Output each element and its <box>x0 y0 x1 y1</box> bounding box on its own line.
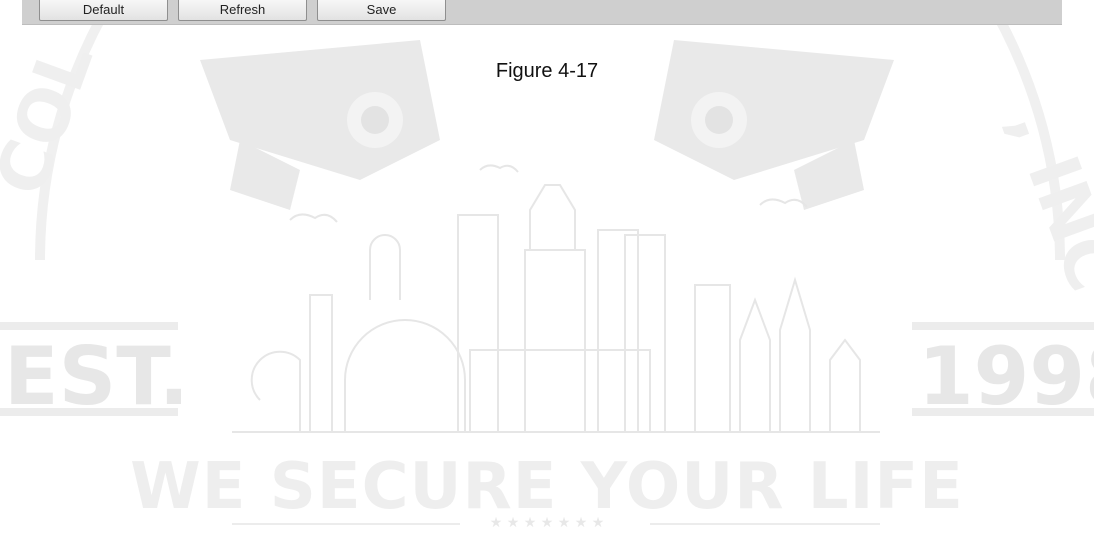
watermark-tagline: WE SECURE YOUR LIFE <box>130 450 964 524</box>
watermark-stars: ★ ★ ★ ★ ★ ★ ★ <box>489 515 605 531</box>
svg-text:, INC: , INC <box>994 98 1094 302</box>
watermark-est: EST. <box>4 330 190 423</box>
refresh-button[interactable]: Refresh <box>178 0 307 21</box>
save-button[interactable]: Save <box>317 0 446 21</box>
default-button[interactable]: Default <box>39 0 168 21</box>
watermark-year: 1998 <box>918 330 1094 423</box>
svg-text:COL: COL <box>0 32 109 206</box>
figure-caption: Figure 4-17 <box>495 60 599 82</box>
button-toolbar: Default Refresh Save <box>22 0 1062 25</box>
